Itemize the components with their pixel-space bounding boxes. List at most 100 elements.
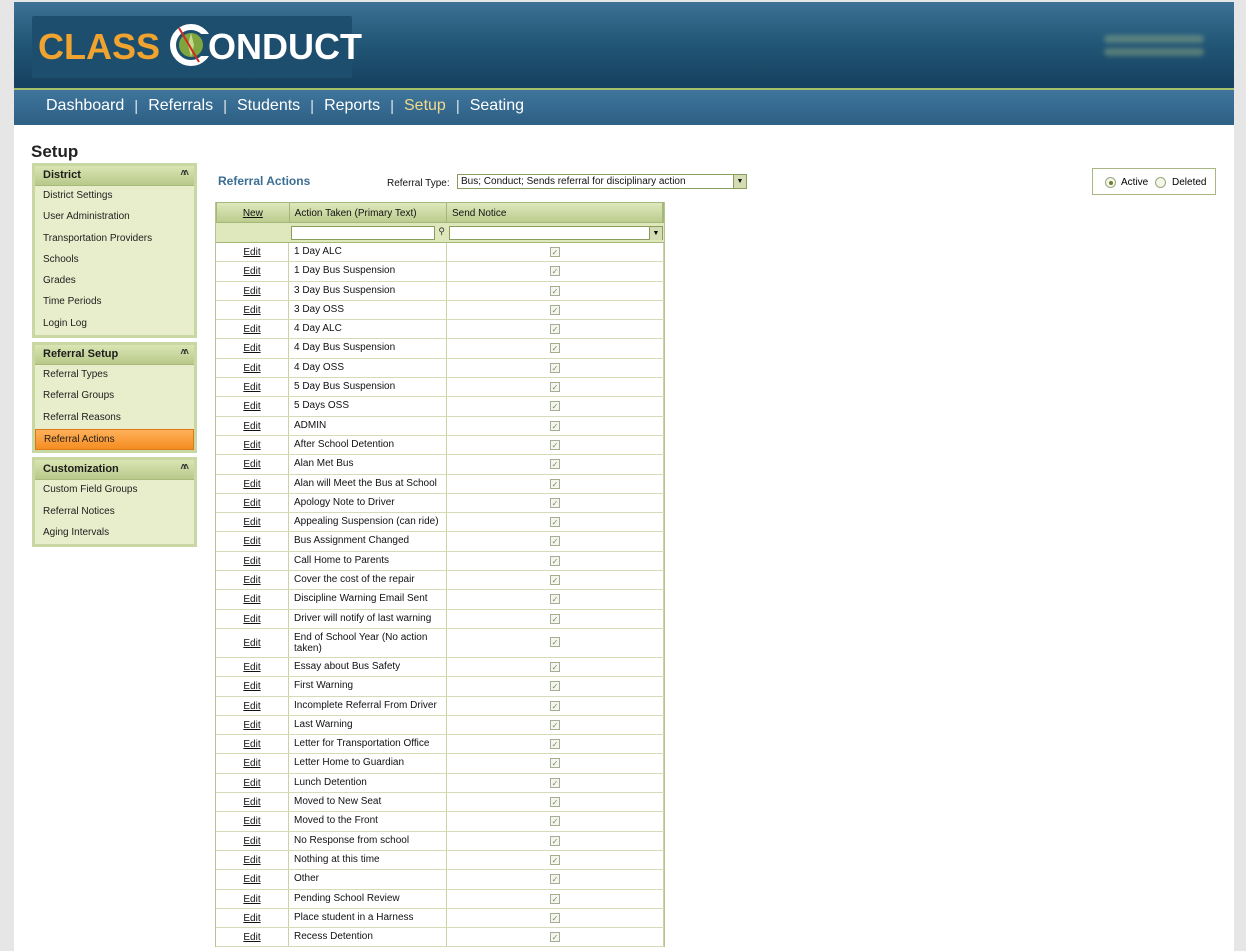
edit-link[interactable]: Edit [243, 575, 260, 586]
active-radio[interactable] [1105, 177, 1116, 188]
table-row: Edit ADMIN ✓ [216, 416, 664, 436]
edit-cell: Edit [216, 455, 289, 474]
column-header-action[interactable]: Action Taken (Primary Text) [290, 203, 447, 222]
collapse-icon[interactable]: ˄˄ [180, 462, 189, 473]
sidebar-item-custom-field-groups[interactable]: Custom Field Groups [35, 480, 194, 501]
edit-link[interactable]: Edit [243, 498, 260, 509]
collapse-icon[interactable]: ˄˄ [180, 347, 189, 358]
sidebar-item-user-administration[interactable]: User Administration [35, 207, 194, 228]
edit-cell: Edit [216, 474, 289, 493]
edit-link[interactable]: Edit [243, 247, 260, 258]
nav-item-seating[interactable]: Seating [470, 97, 524, 115]
edit-link[interactable]: Edit [243, 701, 260, 712]
sidebar-item-login-log[interactable]: Login Log [35, 314, 194, 335]
sidebar-item-grades[interactable]: Grades [35, 271, 194, 292]
nav-item-dashboard[interactable]: Dashboard | [46, 97, 148, 115]
nav-item-reports[interactable]: Reports | [324, 97, 404, 115]
edit-link[interactable]: Edit [243, 614, 260, 625]
sidebar-item-referral-actions[interactable]: Referral Actions [35, 428, 194, 451]
edit-link[interactable]: Edit [243, 363, 260, 374]
deleted-radio[interactable] [1155, 177, 1166, 188]
sidebar-group-header[interactable]: District ˄˄ [35, 166, 194, 186]
edit-link[interactable]: Edit [243, 894, 260, 905]
filter-notice-cell: ▼ [447, 223, 664, 242]
edit-link[interactable]: Edit [243, 343, 260, 354]
edit-link[interactable]: Edit [243, 913, 260, 924]
send-notice-filter-select[interactable]: ▼ [449, 226, 663, 240]
send-notice-checkbox: ✓ [550, 497, 560, 508]
filter-icon[interactable]: ⚲ [438, 226, 445, 237]
edit-link[interactable]: Edit [243, 932, 260, 943]
nav-item-label: Setup [404, 97, 446, 114]
send-notice-checkbox: ✓ [550, 874, 560, 885]
edit-link[interactable]: Edit [243, 662, 260, 673]
edit-link[interactable]: Edit [243, 459, 260, 470]
edit-link[interactable]: Edit [243, 305, 260, 316]
edit-link[interactable]: Edit [243, 440, 260, 451]
edit-link[interactable]: Edit [243, 638, 260, 649]
referral-type-select[interactable]: Bus; Conduct; Sends referral for discipl… [457, 174, 747, 189]
nav-separator: | [223, 97, 227, 115]
table-row: Edit Lunch Detention ✓ [216, 773, 664, 794]
action-text-cell: Alan will Meet the Bus at School [289, 474, 447, 493]
edit-link[interactable]: Edit [243, 594, 260, 605]
nav-item-setup[interactable]: Setup | [404, 97, 470, 115]
sidebar-group-header[interactable]: Referral Setup ˄˄ [35, 345, 194, 366]
edit-link[interactable]: Edit [243, 324, 260, 335]
edit-link[interactable]: Edit [243, 401, 260, 412]
edit-link[interactable]: Edit [243, 479, 260, 490]
collapse-icon[interactable]: ˄˄ [180, 168, 189, 179]
edit-cell: Edit [216, 609, 289, 628]
section-title: Referral Actions [218, 174, 311, 188]
table-row: Edit Cover the cost of the repair ✓ [216, 571, 664, 591]
sidebar-item-referral-types[interactable]: Referral Types [35, 365, 194, 386]
chevron-down-icon[interactable]: ▼ [649, 227, 662, 240]
table-row: Edit No Response from school ✓ [216, 831, 664, 851]
table-row: Edit Letter Home to Guardian ✓ [216, 754, 664, 774]
sidebar-item-transportation-providers[interactable]: Transportation Providers [35, 229, 194, 250]
active-label: Active [1121, 177, 1149, 188]
edit-link[interactable]: Edit [243, 816, 260, 827]
edit-link[interactable]: Edit [243, 382, 260, 393]
edit-link[interactable]: Edit [243, 836, 260, 847]
table-row: Edit Driver will notify of last warning ✓ [216, 609, 664, 629]
edit-cell: Edit [216, 657, 289, 677]
sidebar-item-referral-groups[interactable]: Referral Groups [35, 386, 194, 407]
edit-cell: Edit [216, 513, 289, 532]
logo[interactable]: CLASS ONDUCT [32, 16, 362, 78]
sidebar-group-referral-setup: Referral Setup ˄˄ Referral Types Referral G… [32, 342, 197, 454]
send-notice-checkbox: ✓ [550, 362, 560, 373]
sidebar-item-referral-reasons[interactable]: Referral Reasons [35, 408, 194, 429]
sidebar-item-time-periods[interactable]: Time Periods [35, 292, 194, 313]
nav-item-referrals[interactable]: Referrals | [148, 97, 237, 115]
new-link[interactable]: New [217, 203, 290, 222]
edit-link[interactable]: Edit [243, 778, 260, 789]
edit-link[interactable]: Edit [243, 266, 260, 277]
edit-link[interactable]: Edit [243, 517, 260, 528]
action-filter-input[interactable] [291, 226, 435, 240]
table-row: Edit Moved to New Seat ✓ [216, 793, 664, 813]
sidebar-item-aging-intervals[interactable]: Aging Intervals [35, 523, 194, 544]
edit-link[interactable]: Edit [243, 874, 260, 885]
nav-item-students[interactable]: Students | [237, 97, 324, 115]
edit-cell: Edit [216, 590, 289, 609]
edit-link[interactable]: Edit [243, 556, 260, 567]
edit-link[interactable]: Edit [243, 286, 260, 297]
edit-link[interactable]: Edit [243, 681, 260, 692]
edit-link[interactable]: Edit [243, 739, 260, 750]
edit-link[interactable]: Edit [243, 421, 260, 432]
chevron-down-icon[interactable]: ▼ [733, 175, 746, 188]
sidebar-item-schools[interactable]: Schools [35, 250, 194, 271]
edit-cell: Edit [216, 715, 289, 735]
sidebar-item-district-settings[interactable]: District Settings [35, 186, 194, 207]
edit-link[interactable]: Edit [243, 758, 260, 769]
action-text-cell: Last Warning [289, 715, 447, 735]
edit-link[interactable]: Edit [243, 536, 260, 547]
send-notice-cell: ✓ [447, 908, 664, 928]
edit-link[interactable]: Edit [243, 797, 260, 808]
sidebar-group-header[interactable]: Customization ˄˄ [35, 460, 194, 481]
sidebar-item-referral-notices[interactable]: Referral Notices [35, 502, 194, 523]
column-header-send-notice[interactable]: Send Notice [447, 203, 663, 222]
edit-link[interactable]: Edit [243, 720, 260, 731]
edit-link[interactable]: Edit [243, 855, 260, 866]
